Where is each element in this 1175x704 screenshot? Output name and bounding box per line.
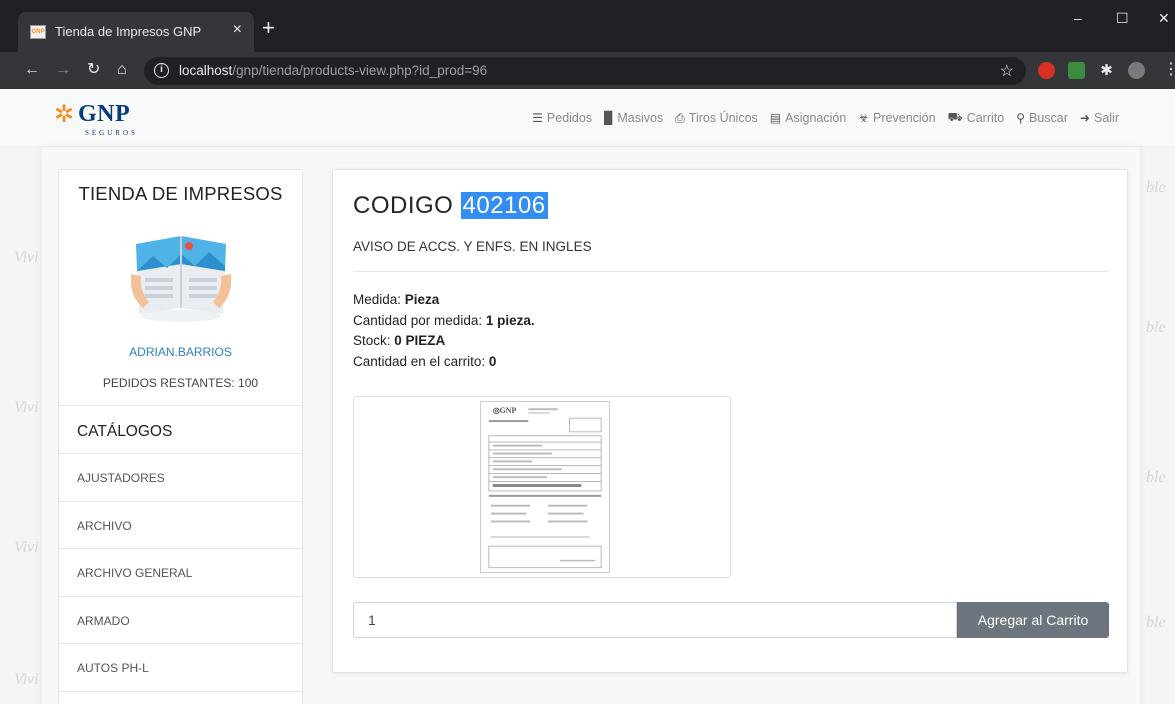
stock-row: Stock: 0 PIEZA — [353, 333, 446, 348]
nav-pedidos[interactable]: ☰ Pedidos — [532, 110, 592, 126]
product-image[interactable]: ◎GNP — [353, 396, 731, 578]
cart-qty-row: Cantidad en el carrito: 0 — [353, 353, 497, 369]
product-card: CODIGO 402106 AVISO DE ACCS. Y ENFS. EN … — [332, 169, 1128, 673]
browser-menu-icon[interactable]: ⋮ — [1163, 61, 1175, 79]
tab-close-icon[interactable]: × — [233, 21, 242, 39]
watermark: ble — [1146, 469, 1166, 486]
print-icon: ⎙ — [675, 110, 685, 125]
puzzle-icon[interactable]: ✱ — [1098, 62, 1115, 79]
watermark: Vivi — [14, 399, 39, 416]
sidebar: TIENDA DE IMPRESOS ADRIAN.BARRIOS PEDIDO… — [58, 169, 303, 704]
nav-masivos[interactable]: ▉ Masivos — [604, 110, 663, 126]
nav-buscar[interactable]: ⚲ Buscar — [1016, 110, 1068, 126]
forward-icon[interactable]: → — [55, 61, 71, 79]
home-icon[interactable]: ⌂ — [117, 61, 127, 79]
catalog-item-armado[interactable]: ARMADO — [59, 595, 302, 644]
top-navbar: ✲ GNP SEGUROS ☰ Pedidos ▉ Masivos ⎙ Tiros Ú… — [0, 89, 1175, 147]
nav-prevencion[interactable]: ☣ Prevención — [858, 110, 935, 126]
catalog-item-archivo-general[interactable]: ARCHIVO GENERAL — [59, 548, 302, 596]
main-menu: ☰ Pedidos ▉ Masivos ⎙ Tiros Únicos ▤ Asignac… — [532, 110, 1119, 126]
divider — [353, 271, 1108, 272]
reload-icon[interactable]: ↻ — [87, 61, 100, 79]
biohazard-icon: ☣ — [858, 111, 870, 125]
extension-red-icon[interactable] — [1038, 62, 1055, 79]
gnp-favicon-icon: GNP — [30, 25, 46, 39]
nav-tiros-unicos[interactable]: ⎙ Tiros Únicos — [675, 110, 758, 126]
measure-row: Medida: Pieza — [353, 292, 440, 307]
watermark: Vivi — [14, 671, 39, 688]
sign-out-icon: ➜ — [1079, 111, 1090, 125]
tab-title: Tienda de Impresos GNP — [55, 24, 202, 39]
window-close-icon[interactable]: ✕ — [1158, 10, 1170, 27]
stack-icon: ▉ — [604, 111, 614, 125]
document-thumbnail: ◎GNP — [480, 401, 610, 573]
add-to-cart-button[interactable]: Agregar al Carrito — [957, 602, 1109, 638]
watermark: ble — [1146, 319, 1166, 336]
store-title: TIENDA DE IMPRESOS — [78, 183, 283, 204]
qty-per-measure-row: Cantidad por medida: 1 pieza. — [353, 312, 535, 328]
product-name: AVISO DE ACCS. Y ENFS. EN INGLES — [353, 239, 592, 254]
product-code-title: CODIGO 402106 — [353, 192, 548, 219]
list-icon: ☰ — [532, 111, 543, 125]
username-link[interactable]: ADRIAN.BARRIOS — [59, 345, 302, 359]
catalog-item-archivo[interactable]: ARCHIVO — [59, 500, 302, 549]
info-icon[interactable]: i — [154, 63, 169, 78]
nav-asignacion[interactable]: ▤ Asignación — [770, 110, 847, 126]
web-page: Vivi Vivi Vivi Vivi ✲ GNP SEGUROS ☰ Pedid… — [0, 89, 1175, 704]
catalog-item-next[interactable] — [59, 690, 302, 704]
svg-text:◎GNP: ◎GNP — [493, 406, 517, 415]
content-container: TIENDA DE IMPRESOS ADRIAN.BARRIOS PEDIDO… — [42, 147, 1140, 704]
catalog-item-ajustadores[interactable]: AJUSTADORES — [59, 453, 302, 501]
cart-icon: ⛟ — [947, 110, 963, 124]
quantity-input[interactable]: 1 — [353, 602, 957, 638]
url-text: localhost/gnp/tienda/products-view.php?i… — [179, 63, 488, 78]
browser-titlebar: GNP Tienda de Impresos GNP × + – ☐ ✕ — [0, 0, 1175, 52]
search-icon: ⚲ — [1016, 111, 1026, 125]
new-tab-icon[interactable]: + — [262, 17, 275, 39]
nav-carrito[interactable]: ⛟ Carrito — [948, 110, 1005, 126]
watermark: ble — [1146, 179, 1166, 196]
profile-avatar-icon[interactable] — [1128, 62, 1145, 79]
catalog-list: AJUSTADORES ARCHIVO ARCHIVO GENERAL ARMA… — [59, 453, 302, 704]
watermark: Vivi — [14, 249, 39, 266]
watermark: Vivi — [14, 539, 39, 556]
nav-salir[interactable]: ➜ Salir — [1080, 110, 1119, 126]
address-bar[interactable]: i localhost/gnp/tienda/products-view.php… — [144, 57, 1026, 85]
extension-green-icon[interactable] — [1068, 62, 1085, 79]
minimize-icon[interactable]: – — [1074, 10, 1082, 26]
orders-remaining: PEDIDOS RESTANTES: 100 — [102, 376, 259, 390]
back-icon[interactable]: ← — [24, 61, 40, 79]
catalog-item-autos-ph-l[interactable]: AUTOS PH-L — [59, 643, 302, 691]
catalog-header: CATÁLOGOS — [59, 405, 302, 453]
gnp-sun-icon: ✲ — [54, 101, 75, 128]
watermark: ble — [1146, 614, 1166, 631]
product-code-value: 402106 — [460, 192, 548, 219]
gnp-logo[interactable]: ✲ GNP SEGUROS — [54, 101, 144, 137]
product-details: Medida: Pieza Cantidad por medida: 1 pie… — [353, 290, 535, 372]
clipboard-icon: ▤ — [769, 111, 782, 125]
browser-toolbar: ← → ↻ ⌂ i localhost/gnp/tienda/products-… — [0, 52, 1175, 89]
browser-tab[interactable]: GNP Tienda de Impresos GNP × — [18, 12, 254, 52]
maximize-icon[interactable]: ☐ — [1116, 10, 1129, 27]
bookmark-star-icon[interactable]: ☆ — [1000, 61, 1014, 81]
newspaper-icon — [131, 236, 231, 322]
